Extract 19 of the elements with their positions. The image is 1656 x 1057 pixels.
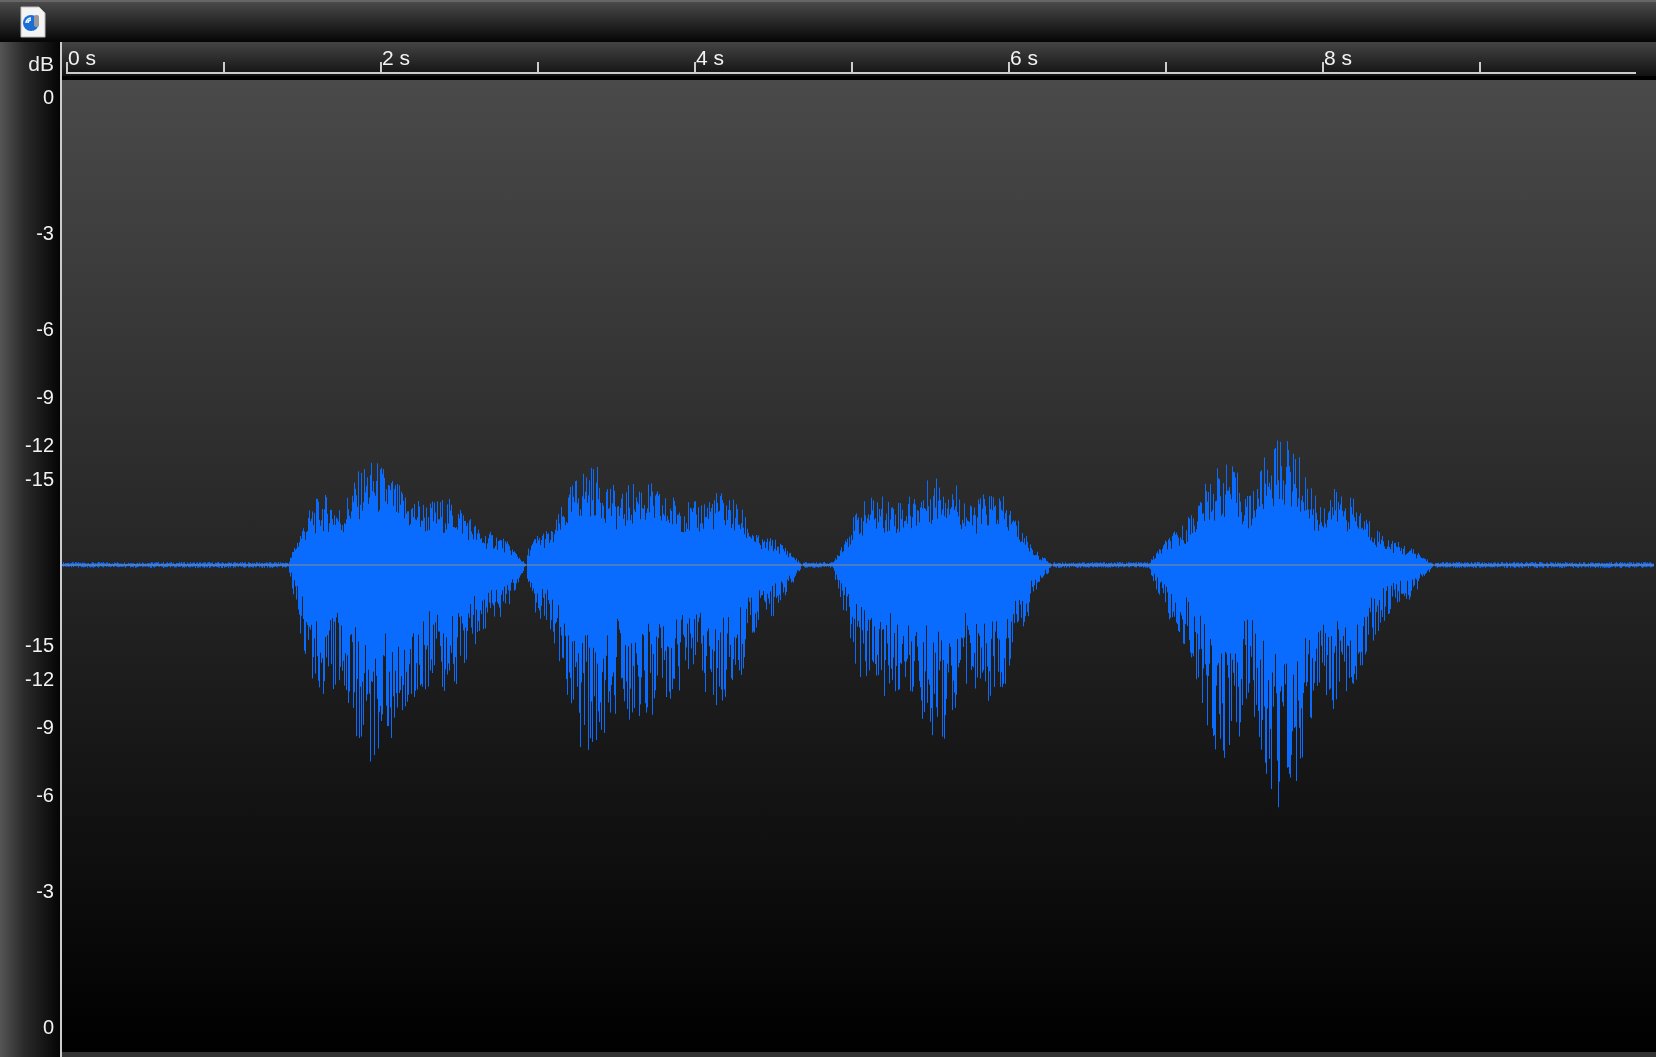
time-label: 6 s (1010, 46, 1039, 70)
db-label: -3 (36, 880, 54, 904)
time-label: 0 s (68, 46, 97, 70)
db-label: -15 (25, 468, 54, 492)
db-label: -6 (36, 784, 54, 808)
document-icon[interactable] (20, 6, 46, 38)
time-label: 2 s (382, 46, 411, 70)
db-label: -6 (36, 318, 54, 342)
db-label: -9 (36, 386, 54, 410)
db-label: 0 (42, 1016, 54, 1040)
db-label: -12 (25, 434, 54, 458)
db-unit-label: dB (28, 52, 54, 76)
time-label: 4 s (696, 46, 725, 70)
db-label: -3 (36, 222, 54, 245)
db-label: -15 (25, 633, 54, 657)
db-label: -9 (36, 716, 54, 740)
time-label: 8 s (1324, 46, 1353, 70)
db-label: 0 (42, 86, 54, 110)
db-label: -12 (25, 668, 54, 691)
